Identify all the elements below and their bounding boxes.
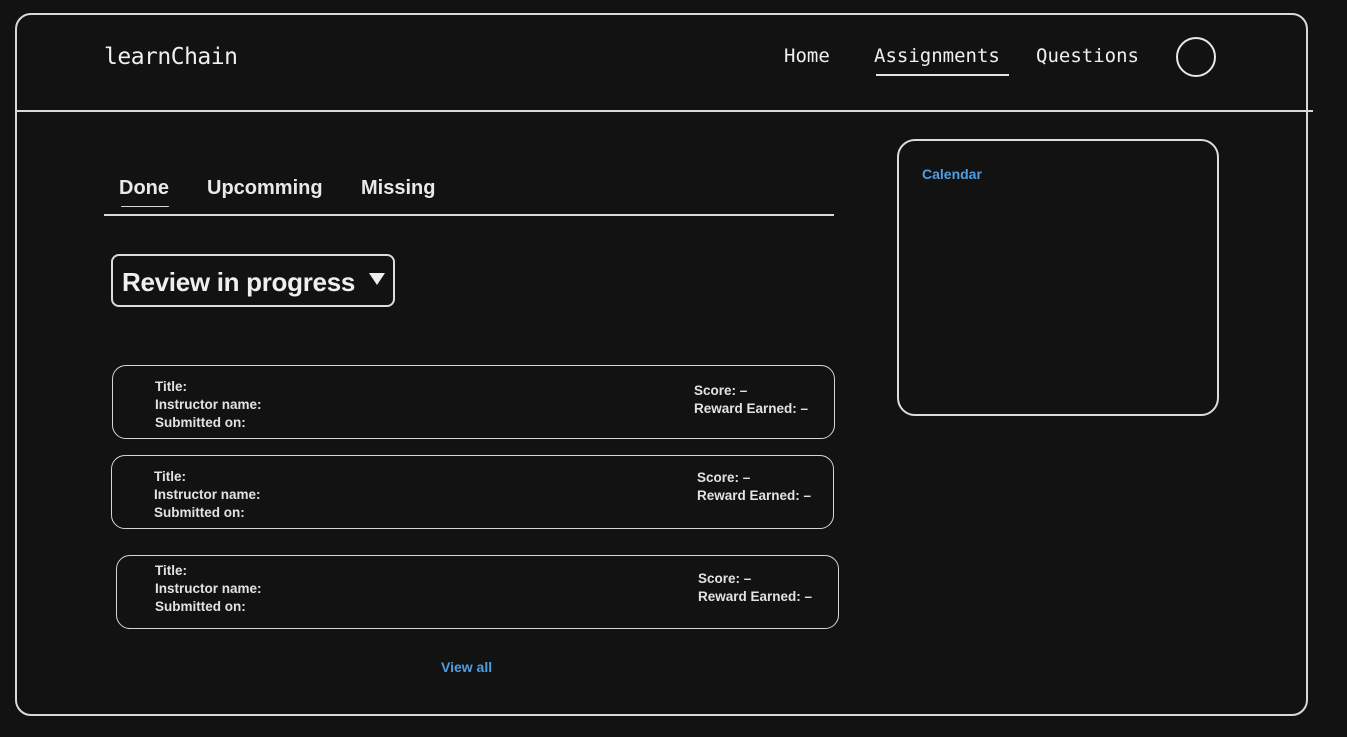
assignment-score: Score: – — [698, 571, 752, 586]
nav-assignments[interactable]: Assignments — [874, 45, 1000, 67]
assignment-score: Score: – — [694, 383, 748, 398]
nav-home[interactable]: Home — [784, 45, 830, 67]
assignment-submitted-label: Submitted on: — [155, 415, 246, 430]
profile-avatar[interactable] — [1176, 37, 1216, 77]
calendar-panel[interactable]: Calendar — [897, 139, 1219, 416]
view-all-link[interactable]: View all — [441, 659, 492, 675]
assignment-title-label: Title: — [155, 563, 188, 578]
tab-missing[interactable]: Missing — [361, 177, 435, 200]
nav-active-underline — [876, 74, 1009, 76]
assignment-instructor-label: Instructor name: — [155, 397, 262, 412]
assignment-submitted-label: Submitted on: — [154, 505, 245, 520]
app-logo[interactable]: learnChain — [104, 44, 238, 70]
status-filter-dropdown[interactable]: Review in progress — [111, 254, 395, 307]
assignment-card[interactable]: Title: Instructor name: Submitted on: Sc… — [112, 365, 835, 439]
header-divider — [17, 110, 1313, 112]
assignment-reward: Reward Earned: – — [694, 401, 809, 416]
assignment-card[interactable]: Title: Instructor name: Submitted on: Sc… — [111, 455, 834, 529]
tab-done[interactable]: Done — [119, 177, 169, 200]
tab-active-underline — [121, 206, 169, 207]
assignment-title-label: Title: — [154, 469, 187, 484]
calendar-title[interactable]: Calendar — [922, 166, 982, 182]
nav-questions[interactable]: Questions — [1036, 45, 1139, 67]
assignment-score: Score: – — [697, 470, 751, 485]
assignment-card[interactable]: Title: Instructor name: Submitted on: Sc… — [116, 555, 839, 629]
tabs-divider — [104, 214, 834, 216]
assignment-instructor-label: Instructor name: — [154, 487, 261, 502]
tab-upcoming[interactable]: Upcomming — [207, 177, 323, 200]
status-filter-value: Review in progress — [122, 267, 356, 297]
caret-down-icon — [369, 273, 385, 285]
assignment-reward: Reward Earned: – — [697, 488, 812, 503]
assignment-reward: Reward Earned: – — [698, 589, 813, 604]
assignment-instructor-label: Instructor name: — [155, 581, 262, 596]
assignment-title-label: Title: — [155, 379, 188, 394]
assignment-submitted-label: Submitted on: — [155, 599, 246, 614]
